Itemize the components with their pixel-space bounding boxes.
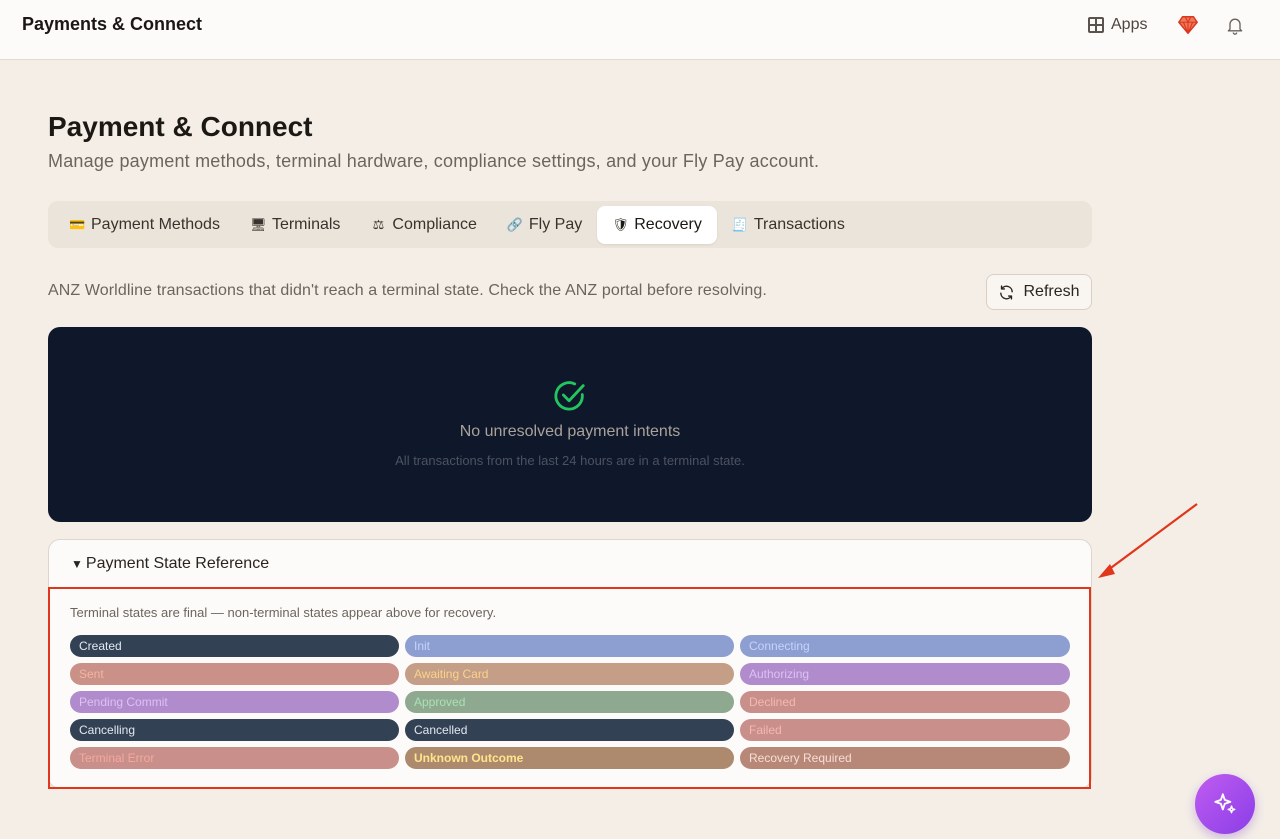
apps-button[interactable]: Apps	[1088, 14, 1147, 36]
state-pill: Failed	[740, 719, 1070, 741]
tab-compliance[interactable]: ⚖ Compliance	[355, 206, 491, 244]
app-title: Payments & Connect	[22, 14, 203, 34]
tab-label: Recovery	[634, 215, 702, 233]
tab-terminals[interactable]: 🖥 Terminals	[235, 206, 355, 244]
refresh-button[interactable]: Refresh	[986, 274, 1092, 310]
empty-state-title: No unresolved payment intents	[459, 423, 681, 440]
state-pill: Cancelling	[70, 719, 399, 741]
state-pill: Awaiting Card	[405, 663, 734, 685]
tab-fly-pay[interactable]: 🔗 Fly Pay	[492, 206, 597, 244]
state-pill: Pending Commit	[70, 691, 399, 713]
state-pill: Init	[405, 635, 734, 657]
check-circle-icon	[554, 381, 585, 411]
top-bar: Payments & Connect Apps	[0, 0, 1280, 60]
bell-icon[interactable]	[1225, 14, 1245, 36]
ai-assistant-button[interactable]	[1195, 774, 1255, 834]
apps-label: Apps	[1111, 16, 1148, 33]
state-pill: Approved	[405, 691, 734, 713]
state-pill: Unknown Outcome	[405, 747, 734, 769]
tab-transactions[interactable]: 🧾 Transactions	[717, 206, 860, 244]
scales-icon: ⚖	[372, 216, 385, 232]
monitor-icon: 🖥	[249, 216, 267, 232]
sparkle-icon	[1214, 793, 1236, 814]
empty-state-subtitle: All transactions from the last 24 hours …	[395, 453, 745, 468]
tab-label: Payment Methods	[91, 215, 220, 233]
state-pill: Terminal Error	[70, 747, 399, 769]
empty-state-panel: No unresolved payment intents All transa…	[48, 327, 1092, 522]
caret-down-icon: ▼	[71, 557, 83, 571]
credit-card-icon: 💳	[69, 216, 86, 232]
state-pill: Connecting	[740, 635, 1070, 657]
state-pill: Created	[70, 635, 399, 657]
page-title: Payment & Connect	[48, 111, 313, 142]
reference-note: Terminal states are final — non-terminal…	[70, 605, 497, 620]
gem-icon[interactable]	[1177, 14, 1199, 36]
tab-payment-methods[interactable]: 💳 Payment Methods	[54, 206, 235, 244]
tab-recovery[interactable]: 🛡 Recovery	[597, 205, 717, 244]
annotation-arrow-icon	[1098, 503, 1198, 578]
page-subtitle: Manage payment methods, terminal hardwar…	[48, 151, 820, 171]
tab-label: Terminals	[271, 215, 341, 233]
tab-label: Transactions	[753, 215, 845, 233]
receipt-icon: 🧾	[731, 216, 749, 232]
state-pill: Recovery Required	[740, 747, 1070, 769]
apps-grid-icon	[1088, 17, 1104, 33]
state-pill: Cancelled	[405, 719, 734, 741]
reference-toggle[interactable]: ▼ Payment State Reference	[71, 555, 269, 573]
tab-label: Compliance	[392, 215, 477, 233]
reference-title: Payment State Reference	[85, 555, 270, 572]
link-icon: 🔗	[506, 216, 524, 232]
state-pill: Declined	[740, 691, 1070, 713]
shield-icon: 🛡	[612, 216, 629, 232]
tab-label: Fly Pay	[528, 215, 583, 233]
tab-bar: 💳 Payment Methods 🖥 Terminals ⚖ Complian…	[48, 201, 1092, 248]
refresh-icon	[1000, 284, 1014, 300]
state-pill: Authorizing	[740, 663, 1070, 685]
refresh-label: Refresh	[1023, 283, 1080, 300]
recovery-description: ANZ Worldline transactions that didn't r…	[48, 282, 767, 299]
state-pill: Sent	[70, 663, 399, 685]
state-pill-grid: Created Init Connecting Sent Awaiting Card Au…	[70, 635, 1070, 769]
